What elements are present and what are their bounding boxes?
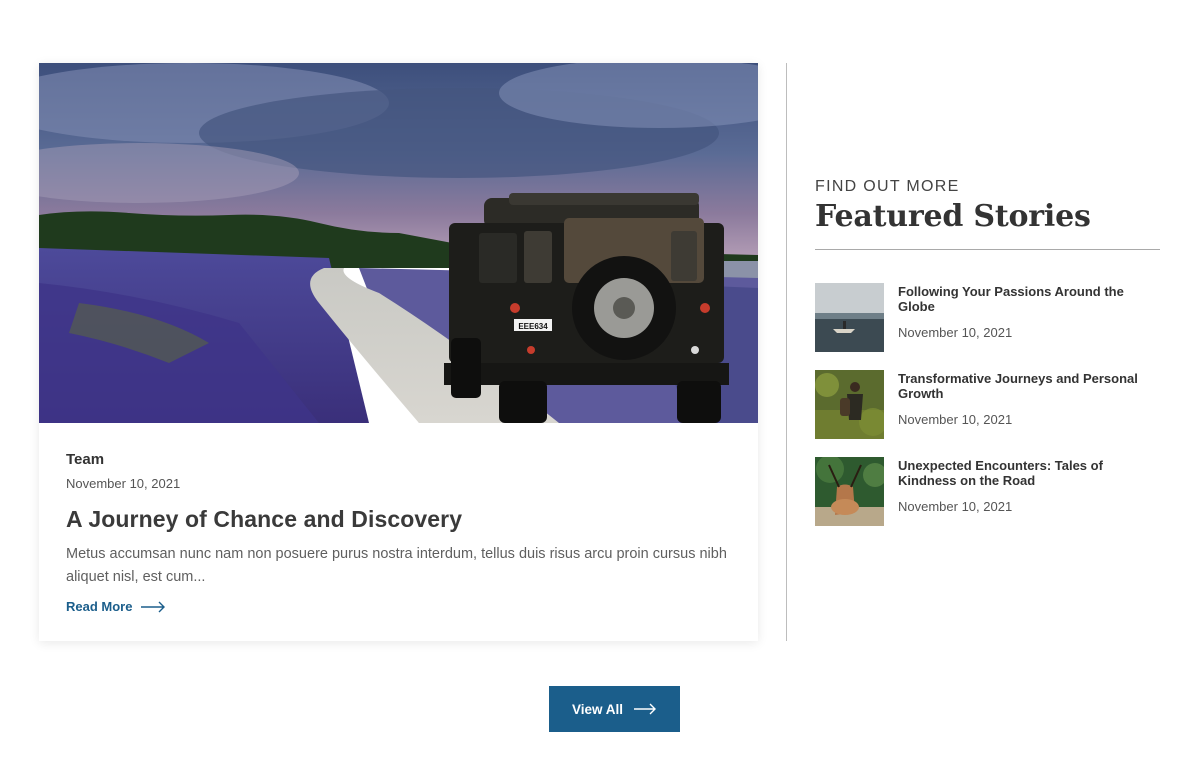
view-all-label: View All — [571, 701, 624, 717]
arrow-right-icon — [634, 703, 657, 715]
page: EEE634 Team November 10, 2021 A Journey … — [0, 0, 1190, 778]
story-date: November 10, 2021 — [898, 325, 1013, 340]
list-item[interactable]: Unexpected Encounters: Tales of Kindness… — [815, 457, 1160, 544]
list-item[interactable]: Following Your Passions Around the Globe… — [815, 283, 1160, 370]
license-plate: EEE634 — [518, 322, 548, 331]
story-text: Transformative Journeys and Personal Gro… — [898, 370, 1160, 427]
list-item[interactable]: Transformative Journeys and Personal Gro… — [815, 370, 1160, 457]
story-title[interactable]: Transformative Journeys and Personal Gro… — [898, 371, 1160, 401]
main-post-image[interactable]: EEE634 — [39, 63, 758, 423]
story-title[interactable]: Unexpected Encounters: Tales of Kindness… — [898, 458, 1160, 488]
story-title[interactable]: Following Your Passions Around the Globe — [898, 284, 1160, 314]
main-post-body: Team November 10, 2021 A Journey of Chan… — [39, 423, 758, 616]
story-thumbnail[interactable] — [815, 283, 884, 352]
story-text: Following Your Passions Around the Globe… — [898, 283, 1160, 340]
main-post-card[interactable]: EEE634 Team November 10, 2021 A Journey … — [39, 63, 758, 641]
story-date: November 10, 2021 — [898, 499, 1013, 514]
post-category[interactable]: Team — [66, 451, 731, 471]
story-text: Unexpected Encounters: Tales of Kindness… — [898, 457, 1160, 514]
arrow-right-icon — [141, 601, 166, 612]
story-date: November 10, 2021 — [898, 412, 1013, 427]
vertical-divider — [786, 63, 787, 641]
read-more-link[interactable]: Read More — [66, 599, 166, 614]
post-title[interactable]: A Journey of Chance and Discovery — [66, 503, 731, 535]
view-all-button[interactable]: View All — [549, 686, 680, 732]
sidebar-divider — [815, 249, 1160, 250]
sidebar-heading: Featured Stories — [815, 199, 1091, 234]
featured-stories-sidebar: FIND OUT MORE Featured Stories Following… — [815, 178, 1160, 544]
post-excerpt: Metus accumsan nunc nam non posuere puru… — [66, 546, 727, 585]
story-thumbnail[interactable] — [815, 370, 884, 439]
story-list: Following Your Passions Around the Globe… — [815, 283, 1160, 544]
post-date: November 10, 2021 — [66, 476, 181, 491]
read-more-label: Read More — [66, 599, 133, 614]
story-thumbnail[interactable] — [815, 457, 884, 526]
sidebar-kicker: FIND OUT MORE — [815, 178, 960, 195]
